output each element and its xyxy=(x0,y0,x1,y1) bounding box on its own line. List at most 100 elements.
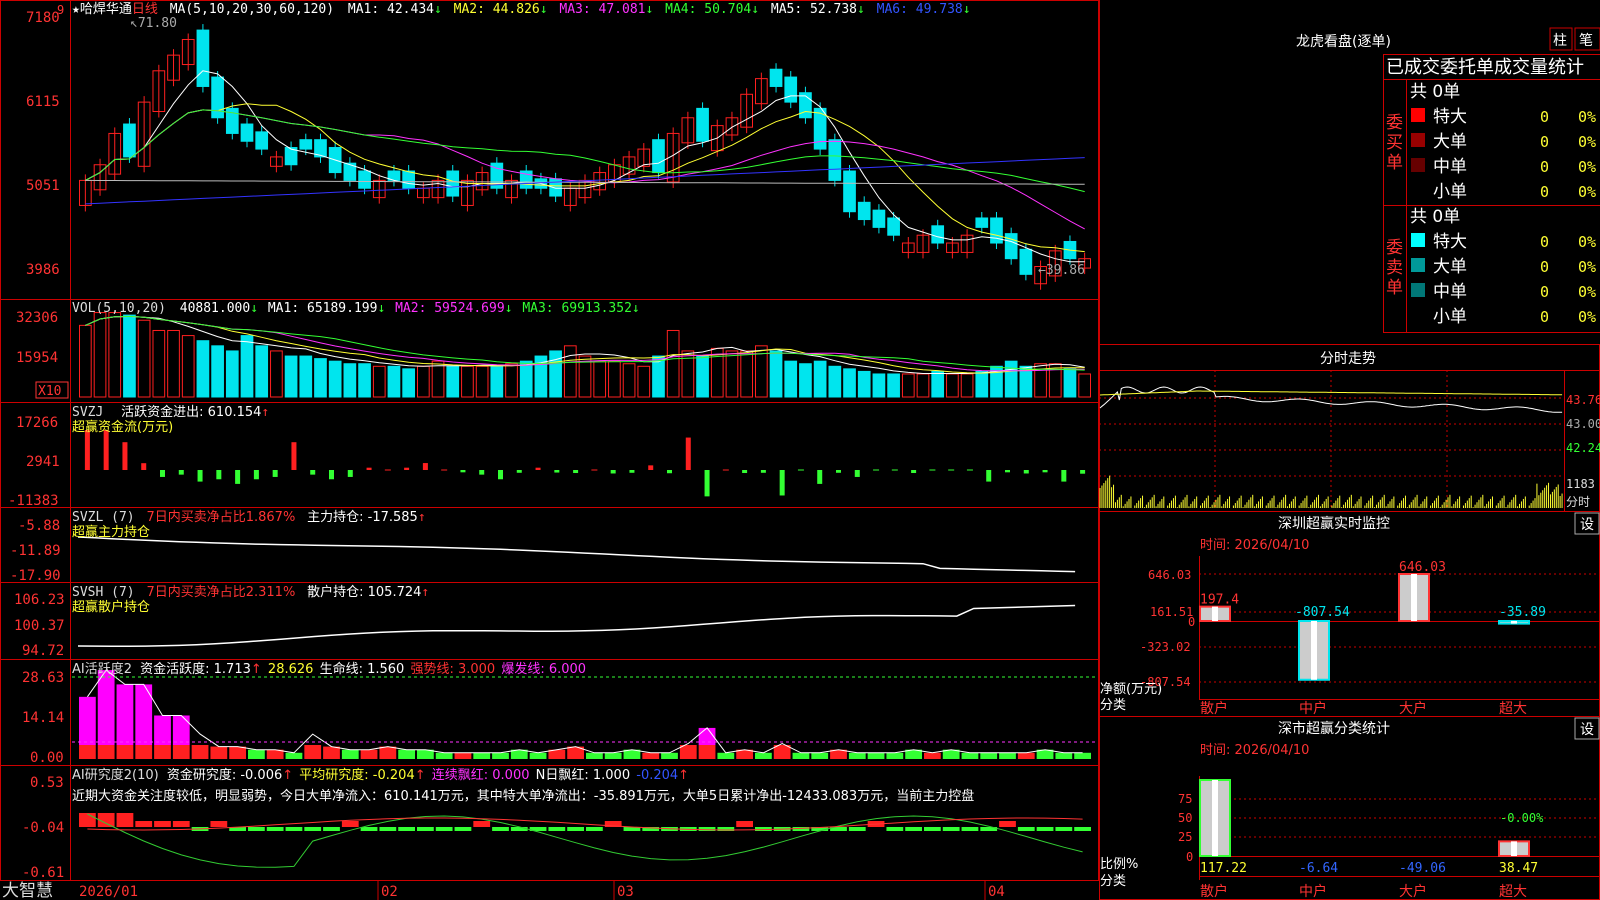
y-label: 0.53 xyxy=(30,775,64,791)
stats-value-label: 38.47 xyxy=(1499,861,1538,876)
volume-bar xyxy=(696,355,709,398)
trading-chart[interactable]: 7180 6115 5051 3986 32306 15954 17266 29… xyxy=(0,0,1600,900)
research-bar xyxy=(999,821,1016,827)
ai-research-bars xyxy=(79,813,1091,831)
ai-bar xyxy=(248,749,265,759)
y-label: -17.90 xyxy=(10,568,61,584)
volume-bar xyxy=(519,360,533,398)
research-bar xyxy=(473,821,491,827)
ai-bar xyxy=(229,746,246,759)
buy-row-pct: 0% xyxy=(1578,133,1596,151)
svg-text:75: 75 xyxy=(1178,792,1192,806)
flow-bar xyxy=(1061,470,1067,482)
stroke-button-label: 笔 xyxy=(1579,33,1593,49)
y-label: 0.00 xyxy=(30,750,64,766)
ai-bar xyxy=(848,752,866,759)
candlestick-series xyxy=(79,24,1091,290)
flow-bar xyxy=(160,470,165,477)
sell-total: 共 0单 xyxy=(1410,207,1460,227)
vol-header: VOL(5,10,20) 40881.000↓ MA1: 65189.199↓ … xyxy=(72,301,640,316)
flow-bar xyxy=(291,442,297,470)
sell-row-name: 中单 xyxy=(1433,282,1467,302)
y-label: 94.72 xyxy=(22,643,64,659)
research-bar xyxy=(586,827,603,831)
flow-bar xyxy=(310,470,316,475)
svzl-subtitle: 超赢主力持仓 xyxy=(72,524,150,540)
flow-bar xyxy=(253,470,259,480)
intraday-title: 分时走势 xyxy=(1320,351,1376,367)
ai-bar xyxy=(999,752,1016,759)
flow-bar xyxy=(216,470,222,480)
ai-bar-magenta xyxy=(172,715,190,745)
volume-bar xyxy=(769,350,783,398)
position-line xyxy=(77,536,1076,573)
stats-top-label: -0.00% xyxy=(1500,811,1544,825)
candle-body xyxy=(652,139,665,174)
candle-body xyxy=(196,29,210,87)
research-bar xyxy=(548,827,566,831)
volume-bar xyxy=(490,365,504,398)
research-bar xyxy=(454,827,472,831)
y-label: 106.23 xyxy=(14,592,65,608)
volume-bar xyxy=(813,360,827,398)
research-bar xyxy=(961,827,979,831)
intraday-grid xyxy=(1099,370,1564,508)
candle-body xyxy=(931,225,945,244)
ai-research-note: 近期大资金关注度较低，明显弱势，今日大单净流入：610.141万元，其中特大单净… xyxy=(72,788,974,804)
volume-bar xyxy=(79,324,92,398)
flow-bar xyxy=(103,430,109,470)
flow-bar xyxy=(704,470,710,497)
research-bar xyxy=(1017,827,1035,831)
ai-bar xyxy=(79,745,96,759)
research-bar xyxy=(417,827,434,831)
sell-row-name: 小单 xyxy=(1433,307,1467,327)
research-bar xyxy=(79,813,96,827)
row-swatch xyxy=(1411,133,1425,147)
candle-body xyxy=(123,123,136,158)
sell-row-pct: 0% xyxy=(1578,308,1596,326)
y-label: -11383 xyxy=(8,493,59,509)
candle-body xyxy=(696,107,709,142)
y-label: -0.61 xyxy=(22,865,64,881)
ai-bar xyxy=(529,752,547,759)
stats-categories: 散户 中户 大户 超大 xyxy=(1200,883,1527,900)
ai-bar xyxy=(116,745,134,759)
flow-bar xyxy=(648,465,654,470)
candle-body xyxy=(769,68,783,87)
research-bar xyxy=(1074,827,1091,831)
volume-bar xyxy=(887,373,900,398)
buy-total: 共 0单 xyxy=(1410,82,1460,102)
low-label: ←39.86 xyxy=(1038,263,1085,278)
stats-value-label: 117.22 xyxy=(1200,861,1247,876)
monitor-value-label: 197.4 xyxy=(1200,593,1239,608)
buy-row-pct: 0% xyxy=(1578,183,1596,201)
ai-line xyxy=(86,669,1083,754)
fund-flow-bars xyxy=(84,430,1086,497)
research-bar xyxy=(360,827,378,831)
research-bar xyxy=(435,827,453,831)
research-bar xyxy=(567,827,584,831)
ai-bar xyxy=(679,745,697,759)
volume-bar xyxy=(137,319,151,398)
ai-bar xyxy=(661,752,678,759)
volume-bar xyxy=(328,360,342,398)
monitor-ylabel: 净额(万元) xyxy=(1100,682,1162,697)
candle-body xyxy=(1019,248,1033,275)
ai-bar xyxy=(210,746,228,759)
retail-position-line xyxy=(77,604,1076,647)
ai-bar xyxy=(398,749,415,759)
ai-bar xyxy=(755,752,772,759)
svsh-subtitle: 超赢散户持仓 xyxy=(72,599,150,615)
flow-bar xyxy=(178,470,184,475)
research-bar xyxy=(285,827,303,831)
volume-bar xyxy=(828,365,842,398)
volume-bar xyxy=(431,360,445,398)
dragon-header: 已成交委托单成交量统计 xyxy=(1386,57,1584,78)
monitor-bar-highlight xyxy=(1311,621,1317,680)
stats-y-labels: 75 50 25 0 xyxy=(1178,792,1193,864)
flow-bar xyxy=(554,470,560,473)
ai-active-header: AI活跃度2 资金活跃度: 1.713↑ 28.626 生命线: 1.560 强… xyxy=(72,661,586,677)
volume-bar xyxy=(181,335,195,398)
research-bar xyxy=(736,821,753,827)
flow-bar xyxy=(629,470,635,473)
